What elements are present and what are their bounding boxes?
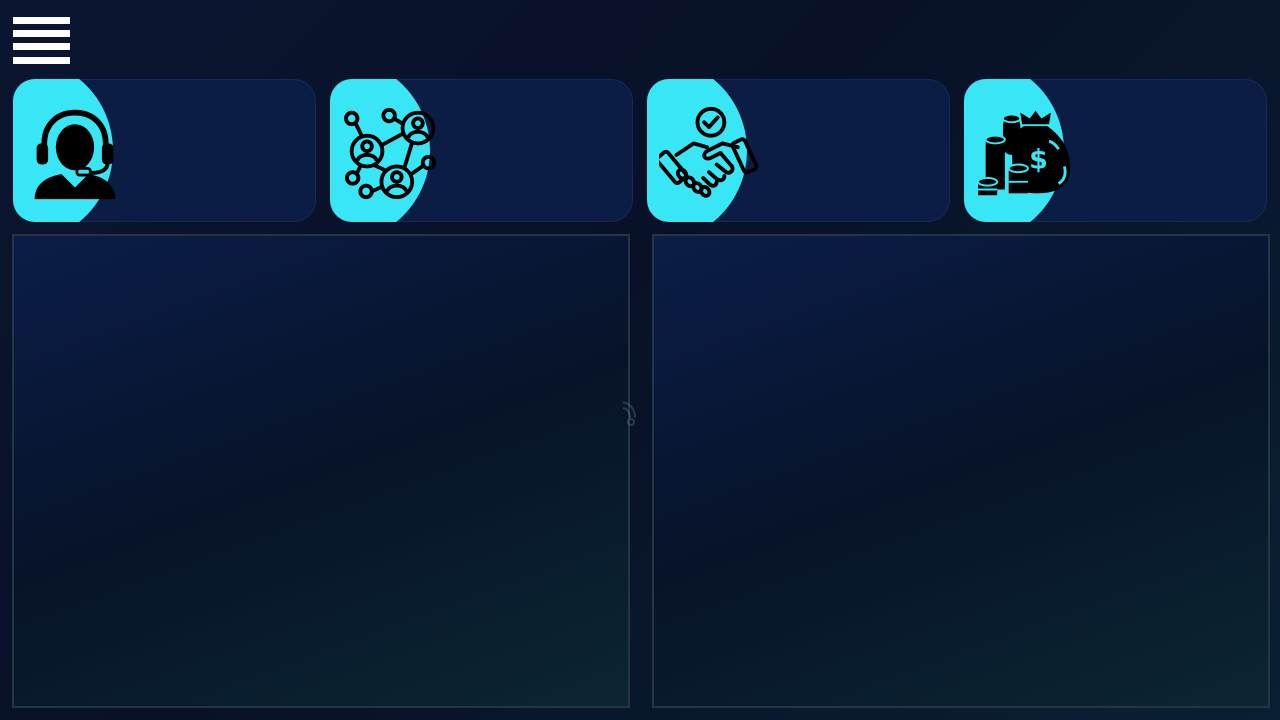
handshake-agreement-icon (659, 97, 759, 203)
menu-button[interactable] (13, 17, 70, 64)
panel-left (12, 234, 630, 708)
menu-bar-4 (13, 57, 70, 64)
menu-bar-3 (13, 43, 70, 50)
money-bag-coins-icon: $ (976, 97, 1071, 203)
card-network[interactable] (330, 79, 633, 222)
hamburger-menu-icon (13, 17, 70, 24)
network-people-icon (342, 97, 437, 203)
card-agreement[interactable] (647, 79, 950, 222)
panel-right (652, 234, 1270, 708)
faint-signal-icon (617, 398, 641, 428)
summary-cards: $ (13, 79, 1267, 222)
svg-text:$: $ (1029, 144, 1048, 175)
customer-support-headset-icon (25, 97, 116, 203)
card-customer-support[interactable] (13, 79, 316, 222)
menu-bar-2 (13, 30, 70, 37)
card-revenue[interactable]: $ (964, 79, 1267, 222)
